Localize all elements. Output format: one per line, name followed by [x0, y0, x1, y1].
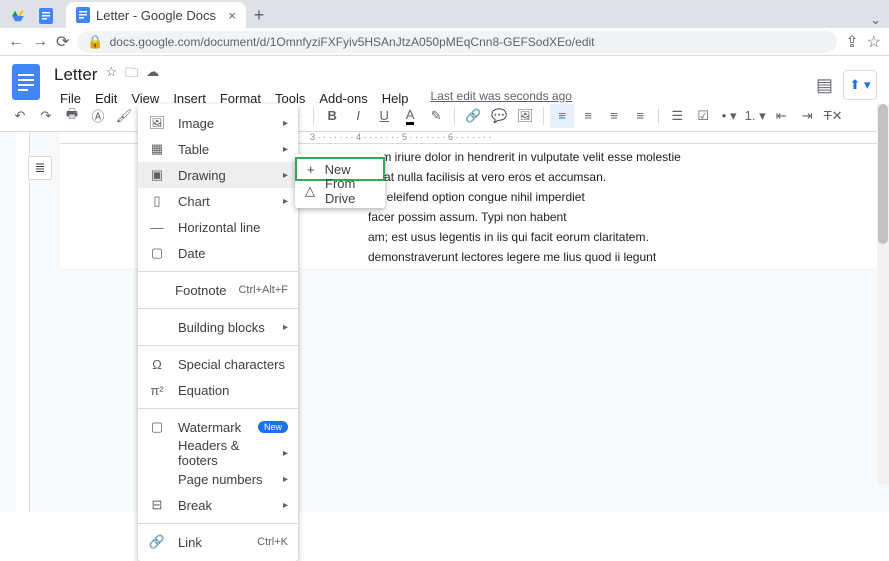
forward-button[interactable]: → [32, 33, 48, 51]
outline-button[interactable]: ≣ [28, 156, 52, 180]
date-icon: ▢ [148, 245, 166, 261]
align-center-button[interactable]: ≡ [576, 104, 600, 128]
url-bar[interactable]: 🔒 docs.google.com/document/d/1OmnfyziFXF… [77, 31, 837, 53]
image-icon: 🖼 [148, 115, 166, 131]
text-color-button[interactable]: A [398, 104, 422, 128]
reload-button[interactable]: ⟳ [56, 32, 69, 52]
scroll-thumb[interactable] [878, 104, 888, 244]
new-tab-button[interactable]: + [246, 2, 272, 28]
plus-icon: + [307, 162, 315, 177]
insert-link-button[interactable]: 🔗 [461, 104, 485, 128]
highlight-button[interactable]: ✎ [424, 104, 448, 128]
print-button[interactable]: 🖶 [60, 104, 84, 128]
drawing-from-drive[interactable]: △From Drive [295, 179, 385, 203]
line-spacing-button[interactable]: ☰ [665, 104, 689, 128]
lock-icon: 🔒 [87, 34, 103, 50]
url-text: docs.google.com/document/d/1OmnfyziFXFyi… [110, 35, 595, 49]
chart-icon: ▯ [148, 193, 166, 209]
docs-icon [76, 7, 90, 23]
insert-building-blocks[interactable]: Building blocks▸ [138, 314, 298, 340]
undo-button[interactable]: ↶ [8, 104, 32, 128]
star-doc-icon[interactable]: ☆ [105, 64, 117, 86]
share-url-icon[interactable]: ⇪ [845, 32, 858, 52]
align-left-button[interactable]: ≡ [550, 104, 574, 128]
vertical-ruler [16, 132, 30, 512]
drawing-icon: ▣ [148, 167, 166, 183]
chevron-right-icon: ▸ [283, 474, 288, 485]
chevron-down-icon[interactable]: ⌄ [870, 12, 881, 28]
insert-watermark[interactable]: ▢WatermarkNew [138, 414, 298, 440]
share-button[interactable]: ⬆ ▾ [843, 70, 877, 100]
insert-image-button[interactable]: 🖼 [513, 104, 537, 128]
cloud-icon[interactable]: ☁ [146, 64, 159, 86]
insert-link[interactable]: 🔗LinkCtrl+K [138, 529, 298, 555]
underline-button[interactable]: U [372, 104, 396, 128]
italic-button[interactable]: I [346, 104, 370, 128]
insert-image[interactable]: 🖼Image▸ [138, 110, 298, 136]
indent-dec-button[interactable]: ⇤ [769, 104, 793, 128]
chevron-right-icon: ▸ [283, 144, 288, 155]
align-justify-button[interactable]: ≡ [628, 104, 652, 128]
indent-inc-button[interactable]: ⇥ [795, 104, 819, 128]
clear-format-button[interactable]: T✕ [821, 104, 845, 128]
insert-break[interactable]: ⊟Break▸ [138, 492, 298, 518]
checklist-button[interactable]: ☑ [691, 104, 715, 128]
insert-hr[interactable]: —Horizontal line [138, 214, 298, 240]
omega-icon: Ω [148, 357, 166, 372]
docs-prev-icon[interactable] [34, 4, 58, 28]
bold-button[interactable]: B [320, 104, 344, 128]
insert-drawing[interactable]: ▣Drawing▸ [138, 162, 298, 188]
star-icon[interactable]: ☆ [867, 32, 881, 52]
insert-page-numbers[interactable]: Page numbers▸ [138, 466, 298, 492]
comments-icon[interactable]: ▤ [816, 75, 833, 96]
chevron-right-icon: ▸ [283, 322, 288, 333]
docs-logo[interactable] [12, 64, 44, 102]
insert-footnote[interactable]: FootnoteCtrl+Alt+F [138, 277, 298, 303]
doc-title[interactable]: Letter [54, 65, 97, 85]
drawing-submenu: +New △From Drive [295, 154, 385, 208]
move-icon[interactable]: 🗀 [125, 64, 138, 86]
spellcheck-button[interactable]: Ⓐ [86, 104, 110, 128]
bullet-list-button[interactable]: • ▾ [717, 104, 741, 128]
scrollbar[interactable] [877, 104, 889, 484]
insert-table[interactable]: ▦Table▸ [138, 136, 298, 162]
link-icon: 🔗 [148, 534, 166, 550]
add-comment-button[interactable]: 💬 [487, 104, 511, 128]
insert-headers-footers[interactable]: Headers & footers▸ [138, 440, 298, 466]
hr-icon: — [148, 220, 166, 235]
watermark-icon: ▢ [148, 419, 166, 435]
browser-tab[interactable]: Letter - Google Docs × [66, 2, 246, 28]
insert-date[interactable]: ▢Date [138, 240, 298, 266]
drive-icon[interactable] [6, 4, 30, 28]
chevron-right-icon: ▸ [283, 170, 288, 181]
chevron-right-icon: ▸ [283, 448, 288, 459]
drive-small-icon: △ [305, 183, 315, 199]
break-icon: ⊟ [148, 497, 166, 513]
paint-format-button[interactable]: 🖌 [112, 104, 136, 128]
align-right-button[interactable]: ≡ [602, 104, 626, 128]
numbered-list-button[interactable]: 1. ▾ [743, 104, 767, 128]
back-button[interactable]: ← [8, 33, 24, 51]
chevron-right-icon: ▸ [283, 500, 288, 511]
pi-icon: π² [148, 383, 166, 398]
insert-special-chars[interactable]: ΩSpecial characters [138, 351, 298, 377]
insert-menu: 🖼Image▸ ▦Table▸ ▣Drawing▸ ▯Chart▸ —Horiz… [138, 104, 298, 561]
insert-equation[interactable]: π²Equation [138, 377, 298, 403]
chevron-right-icon: ▸ [283, 118, 288, 129]
chevron-right-icon: ▸ [283, 196, 288, 207]
table-icon: ▦ [148, 141, 166, 157]
tab-title: Letter - Google Docs [96, 8, 216, 23]
tab-close-icon[interactable]: × [228, 8, 236, 23]
insert-chart[interactable]: ▯Chart▸ [138, 188, 298, 214]
redo-button[interactable]: ↷ [34, 104, 58, 128]
